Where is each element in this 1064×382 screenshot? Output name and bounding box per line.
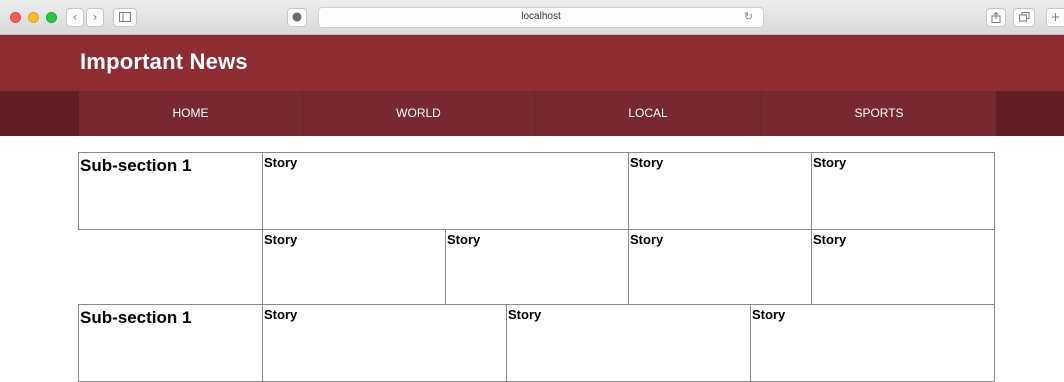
- plus-icon: +: [1050, 10, 1061, 24]
- minimize-window-button[interactable]: [28, 12, 39, 23]
- nav-item-world[interactable]: WORLD: [303, 91, 535, 136]
- story-card[interactable]: Story: [628, 229, 812, 305]
- address-bar[interactable]: localhost ↻: [318, 7, 764, 28]
- nav-item-local[interactable]: LOCAL: [535, 91, 762, 136]
- url-text: localhost: [521, 11, 561, 22]
- story-title: Story: [813, 155, 847, 170]
- main-navigation: HOME WORLD LOCAL SPORTS: [0, 91, 1064, 136]
- story-card[interactable]: Story: [506, 304, 751, 382]
- chevron-right-icon: ›: [92, 10, 98, 24]
- back-button[interactable]: ‹: [66, 8, 84, 27]
- story-title: Story: [813, 232, 847, 247]
- story-card[interactable]: Story: [628, 152, 812, 230]
- browser-toolbar: ‹ › localhost ↻ +: [0, 0, 1064, 35]
- nav-item-label: HOME: [172, 106, 209, 120]
- sub-section-title: Sub-section 1: [80, 156, 192, 175]
- sub-section-heading-cell: Sub-section 1: [78, 304, 263, 382]
- story-title: Story: [447, 232, 481, 247]
- new-tab-button[interactable]: +: [1046, 8, 1064, 27]
- shield-icon: [292, 12, 302, 22]
- forward-button[interactable]: ›: [86, 8, 104, 27]
- story-title: Story: [752, 307, 786, 322]
- privacy-button[interactable]: [287, 8, 307, 27]
- nav-item-label: WORLD: [396, 106, 441, 120]
- chevron-left-icon: ‹: [72, 10, 78, 24]
- story-title: Story: [630, 155, 664, 170]
- nav-item-label: SPORTS: [854, 106, 904, 120]
- story-title: Story: [264, 155, 298, 170]
- nav-item-sports[interactable]: SPORTS: [762, 91, 996, 136]
- zoom-window-button[interactable]: [46, 12, 57, 23]
- story-title: Story: [508, 307, 542, 322]
- sub-section-title: Sub-section 1: [80, 308, 192, 327]
- sub-section-heading-cell: Sub-section 1: [78, 152, 263, 230]
- site-header: Important News: [0, 35, 1064, 91]
- story-card[interactable]: Story: [750, 304, 995, 382]
- sidebar-icon: [119, 12, 131, 22]
- story-card[interactable]: Story: [811, 152, 995, 230]
- story-title: Story: [630, 232, 664, 247]
- story-card[interactable]: Story: [811, 229, 995, 305]
- story-card[interactable]: Story: [445, 229, 629, 305]
- close-window-button[interactable]: [10, 12, 21, 23]
- sidebar-button[interactable]: [113, 8, 137, 27]
- nav-item-label: LOCAL: [628, 106, 668, 120]
- story-card[interactable]: Story: [262, 229, 446, 305]
- show-tabs-button[interactable]: [1013, 8, 1035, 27]
- share-icon: [991, 11, 1001, 23]
- story-title: Story: [264, 232, 298, 247]
- tabs-icon: [1018, 12, 1029, 22]
- story-title: Story: [264, 307, 298, 322]
- nav-item-home[interactable]: HOME: [79, 91, 303, 136]
- reload-icon[interactable]: ↻: [744, 10, 753, 23]
- story-card[interactable]: Story: [262, 304, 507, 382]
- share-button[interactable]: [986, 8, 1006, 27]
- story-card[interactable]: Story: [262, 152, 629, 230]
- site-title: Important News: [80, 49, 248, 74]
